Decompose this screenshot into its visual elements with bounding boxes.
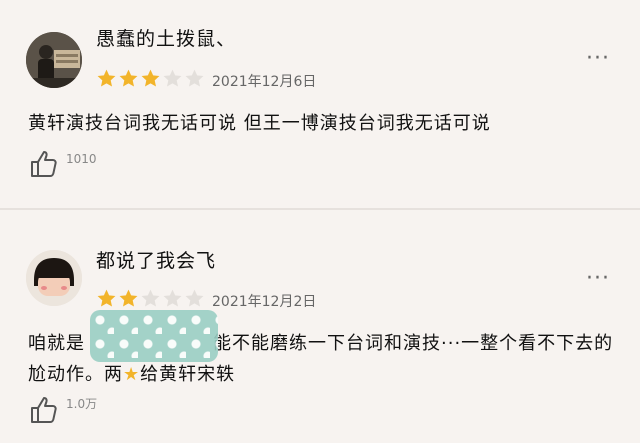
star-filled-icon	[97, 69, 116, 87]
review-date: 2021年12月6日	[212, 74, 317, 90]
like-button[interactable]: 1010	[28, 148, 97, 180]
star-filled-icon	[97, 289, 116, 307]
avatar[interactable]	[26, 250, 82, 306]
user-avatar-image	[26, 250, 82, 306]
censor-sticker	[90, 310, 218, 362]
like-count: 1.0万	[66, 397, 98, 411]
more-options-icon[interactable]: ···	[586, 48, 610, 70]
star-filled-icon	[141, 69, 160, 87]
star-emoji-icon: ★	[123, 364, 141, 385]
avatar[interactable]	[26, 32, 82, 88]
review-text-end: 给黄轩宋轶	[140, 364, 236, 385]
thumbs-up-icon	[31, 151, 57, 177]
username[interactable]: 愚蠢的土拨鼠、	[96, 24, 236, 51]
review-card: 愚蠢的土拨鼠、 ··· 2021年12月6日 黄轩演技台词我无话可说 但王一博演…	[0, 0, 640, 208]
review-date: 2021年12月2日	[212, 294, 317, 310]
review-text-start: 咱就是	[28, 333, 85, 354]
star-filled-icon	[119, 69, 138, 87]
thumbs-up-icon	[31, 397, 57, 423]
like-button[interactable]: 1.0万	[28, 394, 97, 426]
star-empty-icon	[163, 69, 182, 87]
review-card: 都说了我会飞 ··· 2021年12月2日 咱就是 能不能磨练一下台词和演技···…	[0, 210, 640, 443]
rating-stars	[96, 288, 205, 309]
user-avatar-image	[26, 32, 82, 88]
rating-stars	[96, 68, 205, 89]
star-empty-icon	[185, 69, 204, 87]
review-text: 黄轩演技台词我无话可说 但王一博演技台词我无话可说	[28, 113, 491, 134]
username[interactable]: 都说了我会飞	[96, 246, 216, 273]
star-filled-icon	[119, 289, 138, 307]
more-options-icon[interactable]: ···	[586, 268, 610, 290]
like-count: 1010	[66, 152, 97, 166]
star-empty-icon	[141, 289, 160, 307]
star-empty-icon	[185, 289, 204, 307]
star-empty-icon	[163, 289, 182, 307]
